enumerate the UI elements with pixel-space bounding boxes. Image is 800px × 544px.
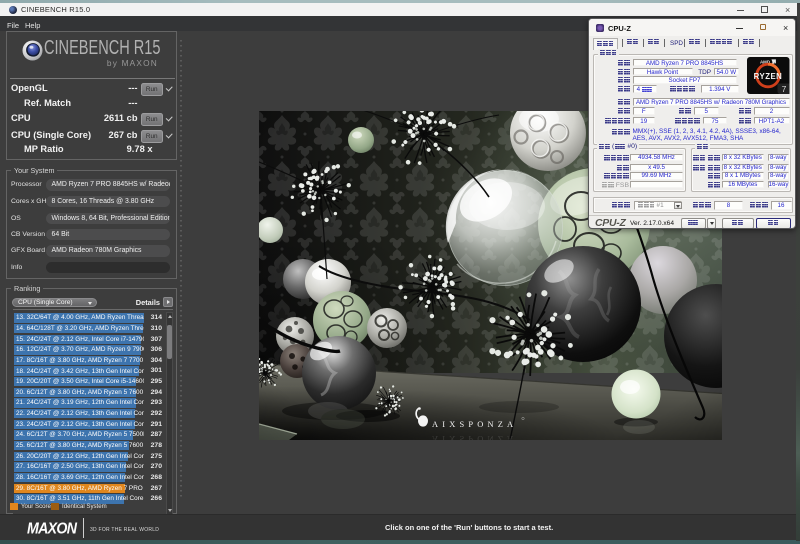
svg-text:RYZEN: RYZEN xyxy=(754,72,783,81)
svg-text:7: 7 xyxy=(782,84,787,94)
